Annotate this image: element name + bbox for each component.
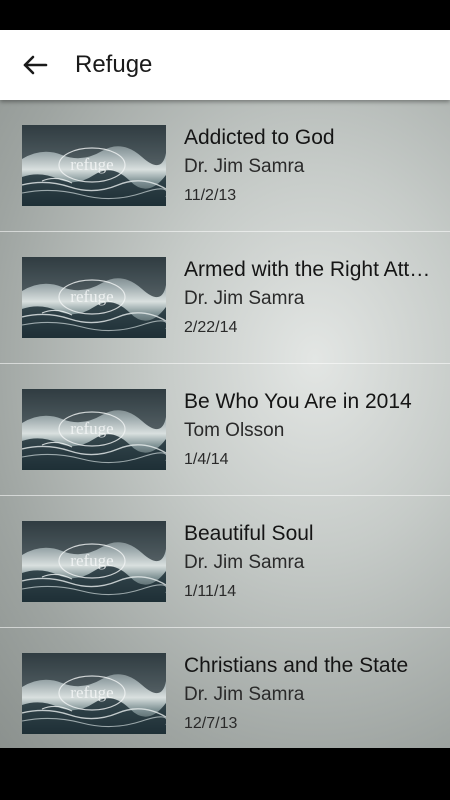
sermon-text: Addicted to God Dr. Jim Samra 11/2/13 [184, 124, 432, 210]
svg-text:refuge: refuge [70, 155, 113, 174]
sermon-list-item[interactable]: refuge Beautiful Soul Dr. Jim Samra 1/11… [0, 496, 450, 628]
sermon-date: 1/4/14 [184, 451, 229, 468]
arrow-left-icon [23, 55, 48, 75]
sermon-list-item[interactable]: refuge Addicted to God Dr. Jim Samra 11/… [0, 100, 450, 232]
sermon-thumbnail: refuge [22, 521, 166, 602]
sermon-title: Christians and the State [184, 654, 409, 677]
sermon-thumbnail: refuge [22, 389, 166, 470]
sermon-thumbnail: refuge [22, 257, 166, 338]
sermon-title: Beautiful Soul [184, 522, 314, 545]
svg-text:refuge: refuge [70, 551, 113, 570]
sermon-text: Be Who You Are in 2014 Tom Olsson 1/4/14 [184, 388, 432, 474]
sermon-list-item[interactable]: refuge Armed with the Right Attitude Dr.… [0, 232, 450, 364]
sermon-text: Christians and the State Dr. Jim Samra 1… [184, 652, 432, 738]
sermon-title: Addicted to God [184, 126, 335, 149]
sermon-title: Be Who You Are in 2014 [184, 390, 412, 413]
sermon-title: Armed with the Right Attitude [184, 258, 432, 281]
sermon-thumbnail: refuge [22, 653, 166, 734]
sermon-speaker: Tom Olsson [184, 420, 285, 441]
sermon-speaker: Dr. Jim Samra [184, 684, 305, 705]
page-title: Refuge [75, 51, 153, 78]
sermon-text: Beautiful Soul Dr. Jim Samra 1/11/14 [184, 520, 432, 606]
svg-text:refuge: refuge [70, 287, 113, 306]
sermon-list-item[interactable]: refuge Be Who You Are in 2014 Tom Olsson… [0, 364, 450, 496]
back-button[interactable] [0, 30, 70, 100]
sermon-thumbnail: refuge [22, 125, 166, 206]
sermon-list-item[interactable]: refuge Christians and the State Dr. Jim … [0, 628, 450, 748]
svg-text:refuge: refuge [70, 683, 113, 702]
sermon-speaker: Dr. Jim Samra [184, 288, 305, 309]
sermon-date: 2/22/14 [184, 319, 238, 336]
navigation-bar [0, 748, 450, 800]
screen: Refuge refuge Addicted to God Dr. Jim Sa… [0, 0, 450, 800]
sermon-date: 12/7/13 [184, 715, 238, 732]
sermon-speaker: Dr. Jim Samra [184, 156, 305, 177]
app-bar: Refuge [0, 30, 450, 100]
sermon-text: Armed with the Right Attitude Dr. Jim Sa… [184, 256, 432, 342]
sermon-date: 1/11/14 [184, 583, 237, 600]
status-bar [0, 0, 450, 30]
sermon-list: refuge Addicted to God Dr. Jim Samra 11/… [0, 100, 450, 748]
sermon-list-container[interactable]: refuge Addicted to God Dr. Jim Samra 11/… [0, 100, 450, 748]
sermon-date: 11/2/13 [184, 187, 237, 204]
sermon-speaker: Dr. Jim Samra [184, 552, 305, 573]
svg-text:refuge: refuge [70, 419, 113, 438]
